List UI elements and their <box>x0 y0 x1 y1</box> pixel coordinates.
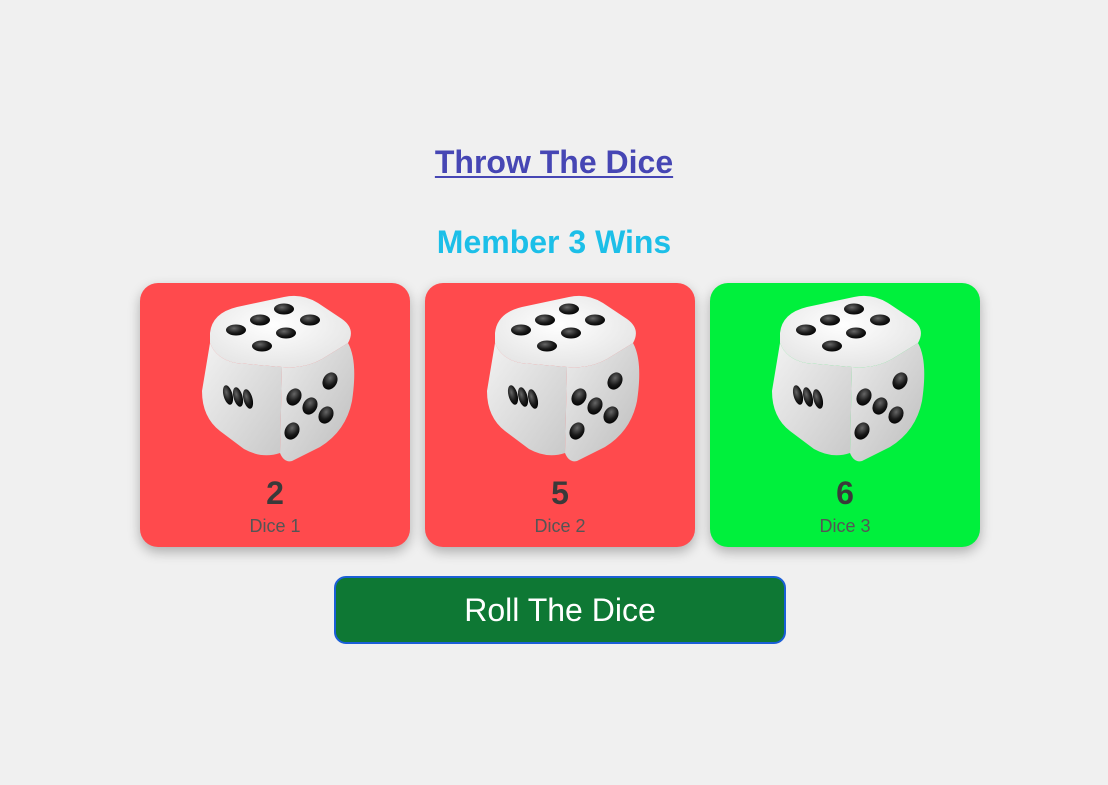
dice-image <box>202 295 355 462</box>
title-link[interactable]: Throw The Dice <box>435 144 673 180</box>
dice-label-2: Dice 2 <box>534 516 586 536</box>
dice-label-1: Dice 1 <box>249 516 301 536</box>
roll-dice-button[interactable]: Roll The Dice <box>334 576 786 644</box>
dice-image <box>487 295 640 462</box>
dice-value-3: 6 <box>836 475 854 511</box>
dice-cards: 2 Dice 1 5 Dice 2 6 Dice 3 <box>140 283 980 547</box>
dice-card-2: 5 Dice 2 <box>425 283 695 547</box>
dice-image <box>772 295 925 462</box>
dice-label-3: Dice 3 <box>819 516 871 536</box>
dice-card-1: 2 Dice 1 <box>140 283 410 547</box>
page-title: Throw The Dice <box>0 144 1108 181</box>
dice-value-2: 5 <box>551 475 569 511</box>
dice-value-1: 2 <box>266 475 284 511</box>
page: Throw The Dice Member 3 Wins 2 Dice 1 5 … <box>0 0 1108 785</box>
result-message: Member 3 Wins <box>436 224 672 260</box>
dice-card-3: 6 Dice 3 <box>710 283 980 547</box>
